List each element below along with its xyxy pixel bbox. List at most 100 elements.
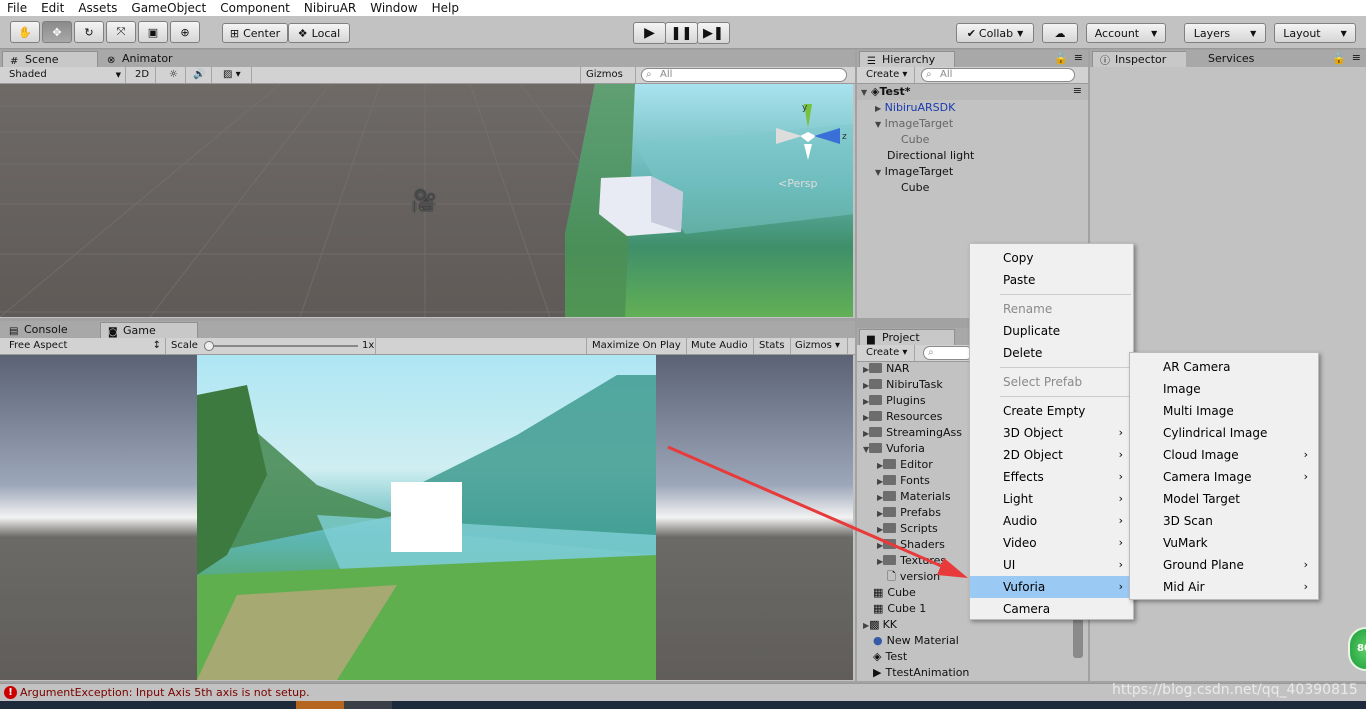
menu-item-duplicate[interactable]: Duplicate bbox=[970, 320, 1133, 342]
project-item[interactable]: ▶ Fonts bbox=[877, 473, 930, 490]
menu-item-delete[interactable]: Delete bbox=[970, 342, 1133, 364]
menu-item-copy[interactable]: Copy bbox=[970, 247, 1133, 269]
project-item[interactable]: ● New Material bbox=[873, 633, 959, 649]
submenu-item-mid-air[interactable]: Mid Air › bbox=[1130, 576, 1318, 598]
menu-nibiruar[interactable]: NibiruAR bbox=[297, 0, 363, 16]
menu-help[interactable]: Help bbox=[425, 0, 466, 16]
hierarchy-item[interactable]: Cube bbox=[901, 180, 929, 196]
project-item[interactable]: ▶ TtestAnimation bbox=[873, 665, 969, 681]
scene-gizmos-dropdown[interactable]: Gizmos ▾ bbox=[580, 67, 636, 96]
menu-item-video[interactable]: Video › bbox=[970, 532, 1133, 554]
project-item[interactable]: ▶ Prefabs bbox=[877, 505, 941, 522]
project-item[interactable]: ▶ Editor bbox=[877, 457, 933, 474]
project-item[interactable]: ▶ Textures bbox=[877, 553, 946, 570]
menu-item-2d-object[interactable]: 2D Object › bbox=[970, 444, 1133, 466]
submenu-item-multi-image[interactable]: Multi Image bbox=[1130, 400, 1318, 422]
menu-file[interactable]: File bbox=[0, 0, 34, 16]
panel-menu-icon[interactable]: ≡ bbox=[1074, 51, 1083, 64]
aspect-dropdown[interactable]: Free Aspect ↕ bbox=[4, 338, 166, 354]
menu-item-create-empty[interactable]: Create Empty bbox=[970, 400, 1133, 422]
tab-inspector[interactable]: ⓘ Inspector bbox=[1092, 51, 1188, 67]
project-item[interactable]: ▦ Cube 1 bbox=[873, 601, 926, 617]
collab-button[interactable]: ✔ Collab ▼ bbox=[956, 23, 1034, 43]
tab-services[interactable]: Services bbox=[1186, 51, 1286, 67]
project-item[interactable]: ▼ Vuforia bbox=[863, 441, 925, 458]
taskbar-app-orange[interactable] bbox=[296, 701, 344, 709]
tab-project[interactable]: ▆ Project bbox=[859, 329, 955, 345]
menu-item-camera[interactable]: Camera bbox=[970, 598, 1133, 620]
submenu-item-3d-scan[interactable]: 3D Scan bbox=[1130, 510, 1318, 532]
scale-slider[interactable]: Scale 1x bbox=[166, 338, 376, 354]
lock-icon[interactable]: 🔒 bbox=[1054, 52, 1068, 65]
hierarchy-item[interactable]: ▼ ImageTarget bbox=[875, 116, 953, 133]
menu-component[interactable]: Component bbox=[213, 0, 297, 16]
hierarchy-item[interactable]: Cube bbox=[901, 132, 929, 148]
project-item[interactable]: ▦ Cube bbox=[873, 585, 916, 601]
maximize-on-play-toggle[interactable]: Maximize On Play bbox=[586, 338, 687, 354]
menu-item-light[interactable]: Light › bbox=[970, 488, 1133, 510]
project-item[interactable]: 🗋 version bbox=[887, 569, 940, 585]
stats-toggle[interactable]: Stats bbox=[754, 338, 791, 354]
layers-dropdown[interactable]: Layers ▼ bbox=[1184, 23, 1266, 43]
project-search-input[interactable]: ⌕ bbox=[923, 346, 973, 360]
toggle-2d-button[interactable]: 2D bbox=[130, 67, 156, 83]
project-item[interactable]: ▶ NibiruTask bbox=[863, 377, 943, 394]
panel-menu-icon[interactable]: ≡ bbox=[1352, 51, 1361, 64]
layout-dropdown[interactable]: Layout ▼ bbox=[1274, 23, 1356, 43]
camera-icon[interactable]: 🎥 bbox=[410, 189, 437, 214]
tab-animator[interactable]: ⊗ Animator bbox=[100, 51, 200, 67]
menu-item-vuforia[interactable]: Vuforia › bbox=[970, 576, 1133, 598]
project-item[interactable]: ▶ NAR bbox=[863, 361, 910, 378]
project-scrollbar[interactable] bbox=[1073, 618, 1083, 658]
submenu-item-image[interactable]: Image bbox=[1130, 378, 1318, 400]
submenu-item-cylindrical-image[interactable]: Cylindrical Image bbox=[1130, 422, 1318, 444]
submenu-item-model-target[interactable]: Model Target bbox=[1130, 488, 1318, 510]
menu-item-effects[interactable]: Effects › bbox=[970, 466, 1133, 488]
pivot-center-button[interactable]: ⊞ Center bbox=[222, 23, 288, 43]
tab-hierarchy[interactable]: ☰ Hierarchy bbox=[859, 51, 955, 67]
project-item[interactable]: ◈ Test bbox=[873, 649, 907, 665]
submenu-item-ar-camera[interactable]: AR Camera bbox=[1130, 356, 1318, 378]
effects-dropdown-icon[interactable]: ▨ ▾ bbox=[218, 67, 252, 83]
hierarchy-item[interactable]: ▶ NibiruARSDK bbox=[875, 100, 955, 117]
shading-mode-dropdown[interactable]: Shaded ▼ bbox=[4, 67, 126, 83]
project-item[interactable]: ▶ Materials bbox=[877, 489, 951, 506]
step-button[interactable]: ▶❚ bbox=[697, 22, 730, 44]
submenu-item-cloud-image[interactable]: Cloud Image › bbox=[1130, 444, 1318, 466]
menu-item-select-prefab[interactable]: Select Prefab bbox=[970, 371, 1133, 393]
scene-header-row[interactable]: ▼ ◈Test* ≡ bbox=[857, 84, 1088, 100]
play-button[interactable]: ▶ bbox=[633, 22, 666, 44]
tab-scene[interactable]: # Scene bbox=[2, 51, 98, 67]
project-item[interactable]: ▶ Resources bbox=[863, 409, 942, 426]
cloud-button[interactable]: ☁ bbox=[1042, 23, 1078, 43]
tab-game[interactable]: ◙ Game bbox=[100, 322, 198, 338]
pause-button[interactable]: ❚❚ bbox=[665, 22, 698, 44]
menu-edit[interactable]: Edit bbox=[34, 0, 71, 16]
menu-item-ui[interactable]: UI › bbox=[970, 554, 1133, 576]
menu-gameobject[interactable]: GameObject bbox=[124, 0, 213, 16]
scene-search-input[interactable]: ⌕ All bbox=[641, 68, 847, 82]
transform-tool-icon[interactable]: ⊕ bbox=[170, 21, 200, 43]
menu-window[interactable]: Window bbox=[363, 0, 424, 16]
project-item[interactable]: ▶ StreamingAss bbox=[863, 425, 962, 442]
hierarchy-item[interactable]: Directional light bbox=[887, 148, 974, 164]
menu-item-rename[interactable]: Rename bbox=[970, 298, 1133, 320]
menu-item-audio[interactable]: Audio › bbox=[970, 510, 1133, 532]
submenu-item-camera-image[interactable]: Camera Image › bbox=[1130, 466, 1318, 488]
hierarchy-search-input[interactable]: ⌕ All bbox=[921, 68, 1075, 82]
rotate-tool-icon[interactable]: ↻ bbox=[74, 21, 104, 43]
tab-console[interactable]: ▤ Console bbox=[2, 322, 98, 338]
account-dropdown[interactable]: Account ▼ bbox=[1086, 23, 1166, 43]
audio-toggle-icon[interactable]: 🔊 bbox=[188, 67, 212, 83]
scale-tool-icon[interactable]: ⤧ bbox=[106, 21, 136, 43]
project-item[interactable]: ▶ Plugins bbox=[863, 393, 926, 410]
project-create-dropdown[interactable]: Create ▾ bbox=[861, 345, 915, 361]
scale-slider-thumb[interactable] bbox=[204, 341, 214, 351]
mute-audio-toggle[interactable]: Mute Audio bbox=[686, 338, 754, 354]
hand-tool-icon[interactable]: ✋ bbox=[10, 21, 40, 43]
game-viewport[interactable] bbox=[0, 355, 853, 680]
space-local-button[interactable]: ❖ Local bbox=[288, 23, 350, 43]
menu-item-paste[interactable]: Paste bbox=[970, 269, 1133, 291]
hierarchy-item[interactable]: ▼ ImageTarget bbox=[875, 164, 953, 181]
move-tool-icon[interactable]: ✥ bbox=[42, 21, 72, 43]
